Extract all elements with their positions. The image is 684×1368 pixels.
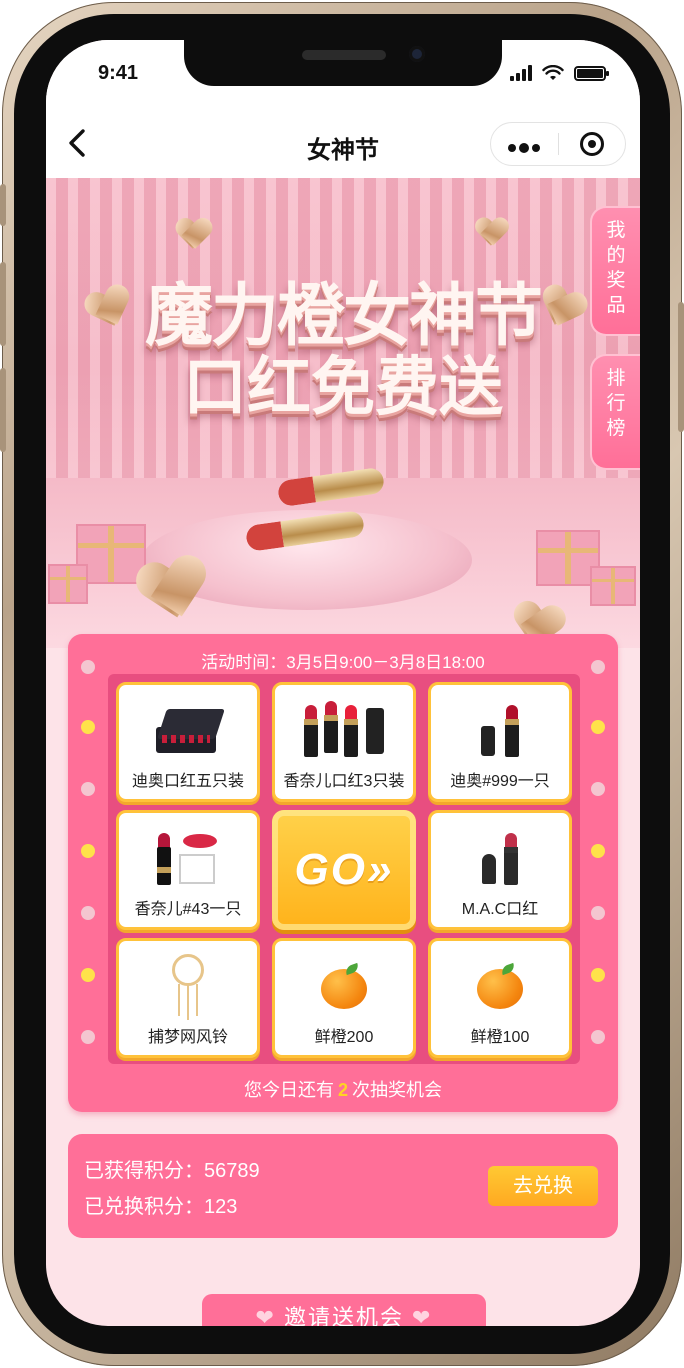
earned-points: 已获得积分：56789 <box>84 1160 260 1182</box>
mute-switch <box>0 184 6 226</box>
phone-screen: 9:41 女神节 魔力橙女神节 口红免费送 我的奖品 排行榜 活动时间：3月5日… <box>46 40 640 1326</box>
prize-label: M.A.C口红 <box>461 901 539 918</box>
speaker-grille <box>302 50 386 60</box>
notch <box>184 40 502 86</box>
volume-up-button <box>0 262 6 346</box>
more-dots-icon <box>508 143 541 153</box>
invite-label: 邀请送机会 <box>283 1305 404 1326</box>
redeemed-points: 已兑换积分：123 <box>84 1196 238 1218</box>
dreamcatcher-icon <box>119 953 257 1021</box>
prize-cell: 迪奥#999一只 <box>428 682 572 802</box>
heart-icon: ❤ <box>412 1305 433 1326</box>
marquee-light <box>81 660 95 674</box>
prize-cell: 鲜橙100 <box>428 938 572 1058</box>
banner-title-line2: 口红免费送 <box>183 351 503 425</box>
prize-label: 鲜橙200 <box>314 1029 374 1046</box>
prize-cell: 鲜橙200 <box>272 938 416 1058</box>
lipstick-gift-icon <box>119 825 257 893</box>
wifi-icon <box>542 65 564 80</box>
marquee-light <box>591 720 605 734</box>
heart-decoration-icon <box>134 553 214 628</box>
marquee-light <box>81 906 95 920</box>
front-camera <box>409 46 425 62</box>
marquee-light <box>591 782 605 796</box>
marquee-light <box>81 720 95 734</box>
prize-label: 迪奥口红五只装 <box>131 773 244 790</box>
prize-label: 迪奥#999一只 <box>450 773 550 790</box>
nav-bar: 女神节 <box>46 110 640 178</box>
prize-label: 捕梦网风铃 <box>147 1029 228 1046</box>
status-icons <box>510 65 609 81</box>
prize-cell: 香奈儿#43一只 <box>116 810 260 930</box>
prize-cell: 捕梦网风铃 <box>116 938 260 1058</box>
exchange-button[interactable]: 去兑换 <box>488 1166 598 1206</box>
go-draw-button[interactable]: GO» <box>272 810 416 930</box>
activity-time: 活动时间：3月5日9:00－3月8日18:00 <box>201 653 485 672</box>
my-prizes-tab[interactable]: 我的奖品 <box>590 206 640 336</box>
chance-suffix: 次抽奖机会 <box>352 1080 442 1100</box>
lipstick-icon <box>431 825 569 893</box>
gift-box-icon <box>590 566 636 606</box>
invite-section-tab[interactable]: ❤ 邀请送机会 ❤ <box>202 1294 486 1326</box>
go-label: GO» <box>294 845 394 894</box>
marquee-light <box>591 906 605 920</box>
target-close-icon <box>579 132 604 156</box>
marquee-light <box>591 844 605 858</box>
marquee-light <box>591 968 605 982</box>
heart-decoration-icon <box>176 219 212 251</box>
lottery-card: 活动时间：3月5日9:00－3月8日18:00 迪奥口红五只装 香奈儿口红3只装… <box>68 634 618 1112</box>
cellular-signal-icon <box>510 65 532 81</box>
more-button[interactable] <box>491 124 558 164</box>
prize-label: 鲜橙100 <box>470 1029 530 1046</box>
prize-cell: 香奈儿口红3只装 <box>272 682 416 802</box>
close-button[interactable] <box>559 132 626 156</box>
prize-label: 香奈儿口红3只装 <box>283 773 405 790</box>
heart-decoration-icon <box>476 218 509 248</box>
lipstick-set-icon <box>275 697 413 765</box>
my-prizes-label: 我的奖品 <box>606 220 626 316</box>
leaderboard-tab[interactable]: 排行榜 <box>590 354 640 470</box>
leaderboard-label: 排行榜 <box>606 368 626 439</box>
hero-banner: 魔力橙女神节 口红免费送 <box>46 178 640 648</box>
gift-box-icon <box>48 564 88 604</box>
points-card: 已获得积分：56789 已兑换积分：123 去兑换 <box>68 1134 618 1238</box>
prize-cell: 迪奥口红五只装 <box>116 682 260 802</box>
battery-icon <box>574 65 609 81</box>
prize-grid: 迪奥口红五只装 香奈儿口红3只装 迪奥#999一只 香奈儿#43一只 GO» M… <box>108 674 580 1064</box>
marquee-light <box>591 660 605 674</box>
mini-program-capsule <box>490 122 626 166</box>
prize-cell: M.A.C口红 <box>428 810 572 930</box>
status-time: 9:41 <box>98 62 139 84</box>
chance-prefix: 您今日还有 <box>243 1080 334 1100</box>
orange-icon <box>275 953 413 1021</box>
marquee-light <box>591 1030 605 1044</box>
chance-count: 2 <box>337 1080 348 1100</box>
volume-down-button <box>0 368 6 452</box>
draw-chances: 您今日还有 2 次抽奖机会 <box>68 1076 618 1102</box>
marquee-light <box>81 844 95 858</box>
heart-icon: ❤ <box>255 1305 276 1326</box>
marquee-light <box>81 1030 95 1044</box>
power-button <box>678 302 684 432</box>
marquee-light <box>81 968 95 982</box>
prize-label: 香奈儿#43一只 <box>134 901 242 918</box>
lipstick-box-set-icon <box>119 697 257 765</box>
lipstick-icon <box>431 697 569 765</box>
orange-icon <box>431 953 569 1021</box>
marquee-light <box>81 782 95 796</box>
